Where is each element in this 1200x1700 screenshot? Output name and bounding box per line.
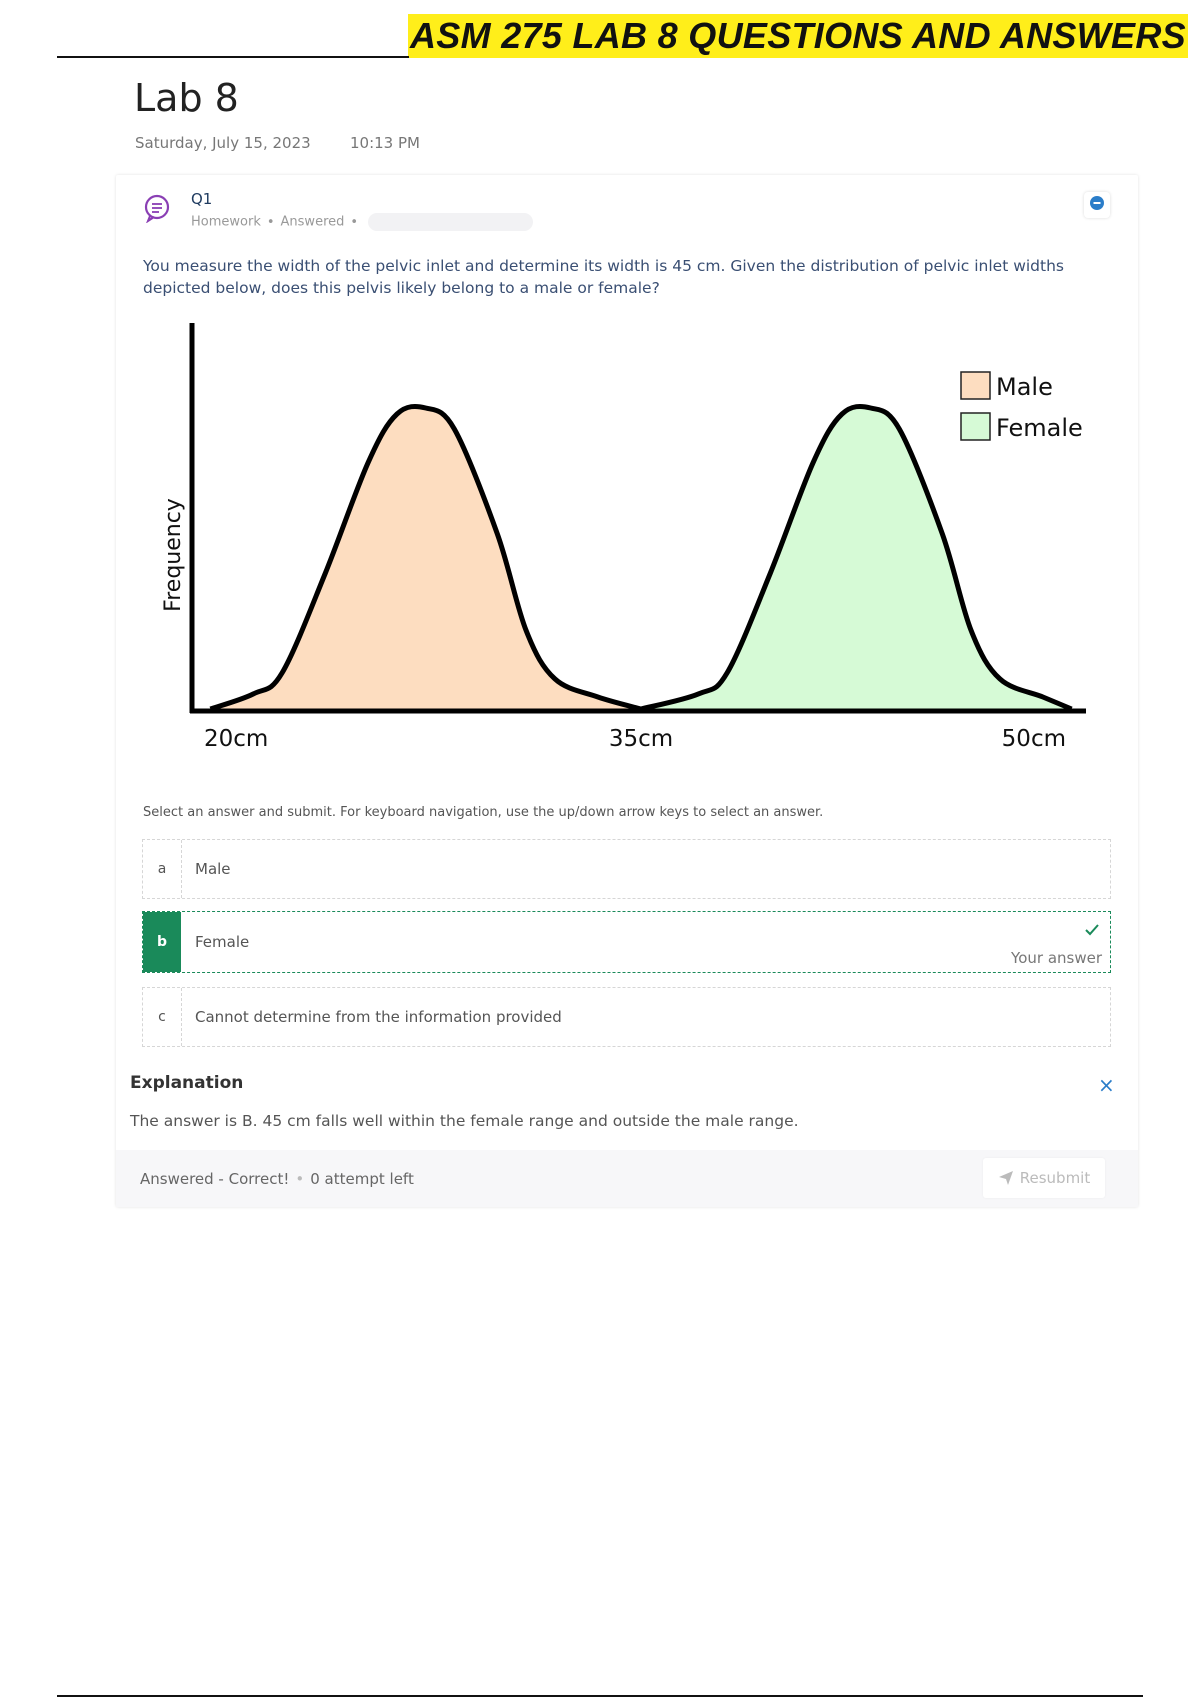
page-title: Lab 8 (134, 76, 239, 120)
meta-separator: • (266, 214, 275, 230)
x-tick-label: 20cm (204, 726, 268, 752)
option-c[interactable]: c Cannot determine from the information … (142, 987, 1111, 1047)
legend-swatch-female (960, 412, 991, 441)
y-axis-label: Frequency (161, 498, 186, 612)
question-number: Q1 (191, 190, 213, 208)
submission-status: Answered - Correct! • 0 attempt left (140, 1170, 414, 1188)
question-meta: Homework • Answered • (191, 213, 534, 231)
chart-legend: Male Female (960, 371, 1083, 442)
question-bubble-icon (142, 193, 172, 224)
option-letter: a (143, 840, 182, 898)
legend-label-male: Male (996, 373, 1053, 401)
status-separator: • (295, 1170, 305, 1188)
chart-series-group (209, 403, 1073, 712)
option-a[interactable]: a Male (142, 839, 1111, 899)
top-rule (57, 56, 409, 58)
answer-instructions: Select an answer and submit. For keyboar… (143, 805, 824, 820)
option-b[interactable]: b Female Your answer (142, 911, 1111, 973)
legend-swatch-male (960, 371, 991, 400)
attempts-left: 0 attempt left (310, 1170, 414, 1188)
close-explanation-icon[interactable]: × (1098, 1073, 1115, 1097)
question-type: Homework (191, 214, 261, 230)
question-footer: Answered - Correct! • 0 attempt left Resub… (116, 1150, 1138, 1207)
page-time: 10:13 PM (350, 134, 420, 152)
x-tick-labels: 20cm 35cm 50cm (204, 726, 1066, 752)
expand-icon (1089, 195, 1105, 215)
option-label: Cannot determine from the information pr… (195, 1008, 562, 1026)
legend-label-female: Female (996, 414, 1083, 442)
redacted-meta-bar (368, 213, 534, 231)
explanation-title: Explanation (130, 1073, 244, 1093)
meta-separator: • (350, 214, 359, 230)
option-letter: b (143, 912, 181, 972)
option-letter: c (143, 988, 182, 1046)
resubmit-button[interactable]: Resubmit (983, 1158, 1105, 1198)
question-prompt: You measure the width of the pelvic inle… (143, 257, 1064, 297)
x-tick-label: 50cm (1002, 726, 1066, 752)
bottom-rule (57, 1695, 1143, 1697)
status-result: Answered - Correct! (140, 1170, 290, 1188)
your-answer-tag: Your answer (1011, 949, 1102, 967)
check-icon (1084, 922, 1100, 941)
x-tick-label: 35cm (609, 726, 673, 752)
resubmit-label: Resubmit (1019, 1169, 1091, 1187)
series-area-male (210, 406, 641, 709)
send-icon (998, 1171, 1013, 1185)
question-status: Answered (280, 214, 345, 230)
series-area-female (641, 406, 1072, 709)
explanation-text: The answer is B. 45 cm falls well within… (130, 1112, 799, 1130)
option-label: Female (195, 933, 250, 951)
page-date: Saturday, July 15, 2023 (135, 134, 311, 152)
document-banner: ASM 275 LAB 8 QUESTIONS AND ANSWERS (408, 14, 1188, 58)
expand-button[interactable] (1084, 192, 1110, 218)
option-label: Male (195, 860, 231, 878)
question-card: Q1 Homework • Answered • You measure the wi… (116, 175, 1138, 1207)
pelvic-width-chart: Frequency 20cm 35cm 50cm Male Female (161, 323, 1086, 752)
